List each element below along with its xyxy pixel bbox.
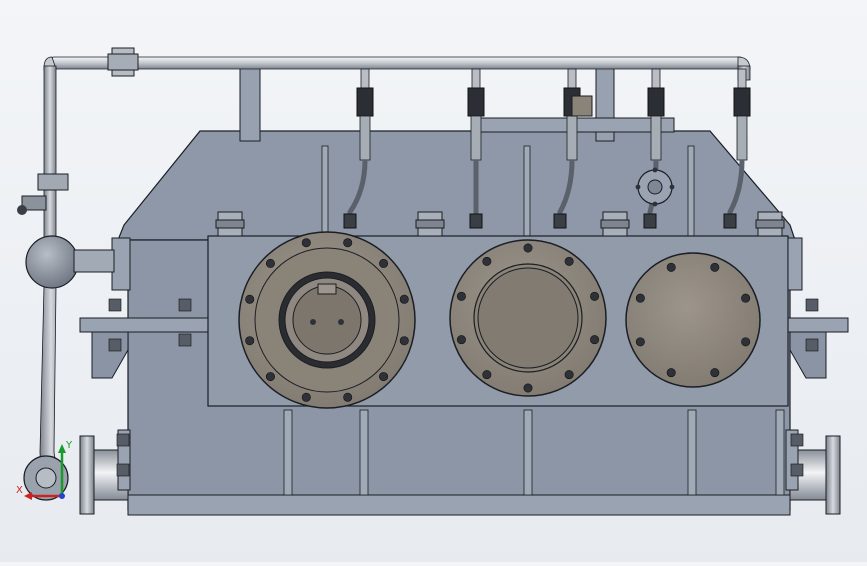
- housing-bolt: [116, 433, 130, 447]
- cover-bolt: [343, 238, 353, 248]
- cover-bolt: [590, 335, 600, 345]
- cover-bolt: [343, 392, 353, 402]
- cover-bolt: [482, 256, 492, 266]
- cad-viewport[interactable]: X Y: [0, 0, 867, 562]
- housing-bolt: [790, 433, 804, 447]
- cover-bolt: [523, 383, 533, 393]
- y-axis-arrow: [58, 444, 66, 453]
- cover-bolt: [379, 372, 389, 382]
- housing-bolt: [178, 298, 192, 312]
- housing-bolt: [108, 298, 122, 312]
- cover-bolt: [564, 256, 574, 266]
- cover-bolt: [523, 243, 533, 253]
- bearing-cover-output[interactable]: [625, 252, 761, 388]
- cover-bolt: [482, 370, 492, 380]
- cover-bolt: [710, 368, 720, 378]
- x-axis-arrow: [24, 492, 32, 500]
- housing-bolt: [790, 463, 804, 477]
- cover-bolt: [456, 291, 466, 301]
- cover-bolt: [666, 262, 676, 272]
- cover-bolt: [635, 337, 645, 347]
- cover-bolt: [710, 262, 720, 272]
- cover-bolt: [301, 392, 311, 402]
- x-axis-label: X: [16, 485, 23, 496]
- cover-bolt: [635, 293, 645, 303]
- cover-bolt: [399, 294, 409, 304]
- cover-bolt: [666, 368, 676, 378]
- hex-nut: [755, 211, 785, 237]
- z-axis: [59, 493, 65, 499]
- bearing-cover-intermediate[interactable]: [449, 239, 607, 397]
- housing-bolt: [178, 333, 192, 347]
- coordinate-triad: X Y: [16, 440, 73, 500]
- cover-bolt: [564, 370, 574, 380]
- hex-nut: [215, 211, 245, 237]
- gearbox-model[interactable]: [0, 0, 867, 562]
- hex-nut: [600, 211, 630, 237]
- breather: [571, 95, 593, 117]
- housing-bolt: [108, 338, 122, 352]
- cover-bolt: [590, 291, 600, 301]
- hex-nut: [415, 211, 445, 237]
- housing-bolt: [805, 298, 819, 312]
- y-axis-label: Y: [65, 440, 73, 451]
- bearing-cover-input[interactable]: [238, 231, 416, 409]
- cover-bolt: [245, 294, 255, 304]
- cover-bolt: [379, 258, 389, 268]
- housing-bolt: [116, 463, 130, 477]
- cover-bolt: [456, 335, 466, 345]
- cover-bolt: [245, 336, 255, 346]
- cover-bolt: [741, 293, 751, 303]
- housing-bolt: [805, 338, 819, 352]
- cover-bolt: [741, 337, 751, 347]
- cover-bolt: [265, 258, 275, 268]
- cover-bolt: [265, 372, 275, 382]
- cover-bolt: [301, 238, 311, 248]
- cover-bolt: [399, 336, 409, 346]
